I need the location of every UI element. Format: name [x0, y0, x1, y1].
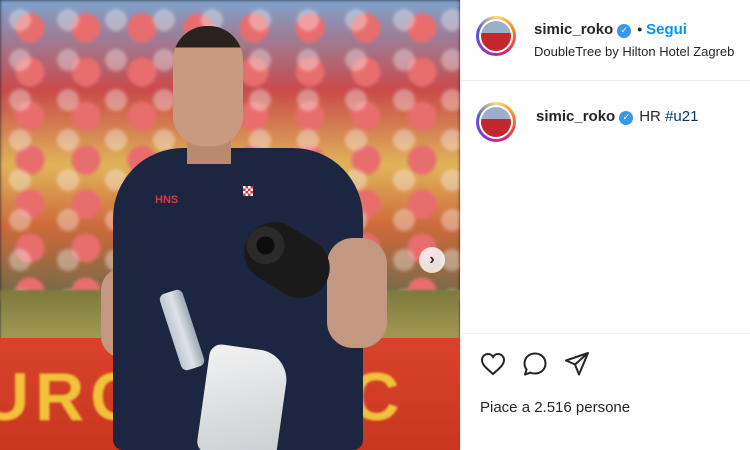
caption-text: HR	[639, 108, 661, 125]
carousel-next-button[interactable]: ›	[419, 247, 445, 273]
shirt-logo: HNS	[155, 194, 179, 206]
follow-button[interactable]: Segui	[646, 21, 687, 38]
heart-icon	[480, 352, 506, 376]
header-avatar[interactable]	[476, 16, 516, 56]
caption-hashtag[interactable]: #u21	[665, 108, 698, 125]
player-figure: HNS	[95, 18, 395, 450]
actions-divider	[461, 333, 750, 334]
verified-badge-icon: ✓	[619, 110, 634, 125]
separator-dot: •	[637, 21, 643, 37]
post-photo[interactable]: URCRC HNS ›	[0, 0, 460, 450]
player-head	[173, 26, 243, 146]
likes-count[interactable]: Piace a 2.516 persone	[480, 399, 630, 416]
caption-username[interactable]: simic_roko	[536, 108, 615, 125]
verified-badge-icon: ✓	[617, 23, 632, 38]
comment-bubble-icon	[523, 352, 547, 376]
paper-plane-icon	[565, 352, 589, 376]
caption-avatar[interactable]	[476, 102, 516, 142]
header-divider	[461, 80, 750, 81]
post-location[interactable]: DoubleTree by Hilton Hotel Zagreb	[534, 44, 734, 59]
shirt-crest-icon	[243, 186, 253, 196]
football-boots	[195, 342, 291, 450]
post-header: simic_roko ✓ • Segui	[534, 21, 687, 38]
caption: simic_roko ✓ HR #u21	[536, 108, 698, 125]
action-bar	[479, 350, 591, 378]
chevron-right-icon: ›	[429, 251, 435, 268]
share-button[interactable]	[563, 350, 591, 378]
comment-button[interactable]	[521, 350, 549, 378]
post-side-panel: simic_roko ✓ • Segui DoubleTree by Hilton H…	[460, 0, 750, 450]
player-right-arm	[327, 238, 387, 348]
like-button[interactable]	[479, 350, 507, 378]
avatar-image	[481, 21, 511, 51]
header-username[interactable]: simic_roko	[534, 21, 613, 38]
avatar-image	[481, 107, 511, 137]
